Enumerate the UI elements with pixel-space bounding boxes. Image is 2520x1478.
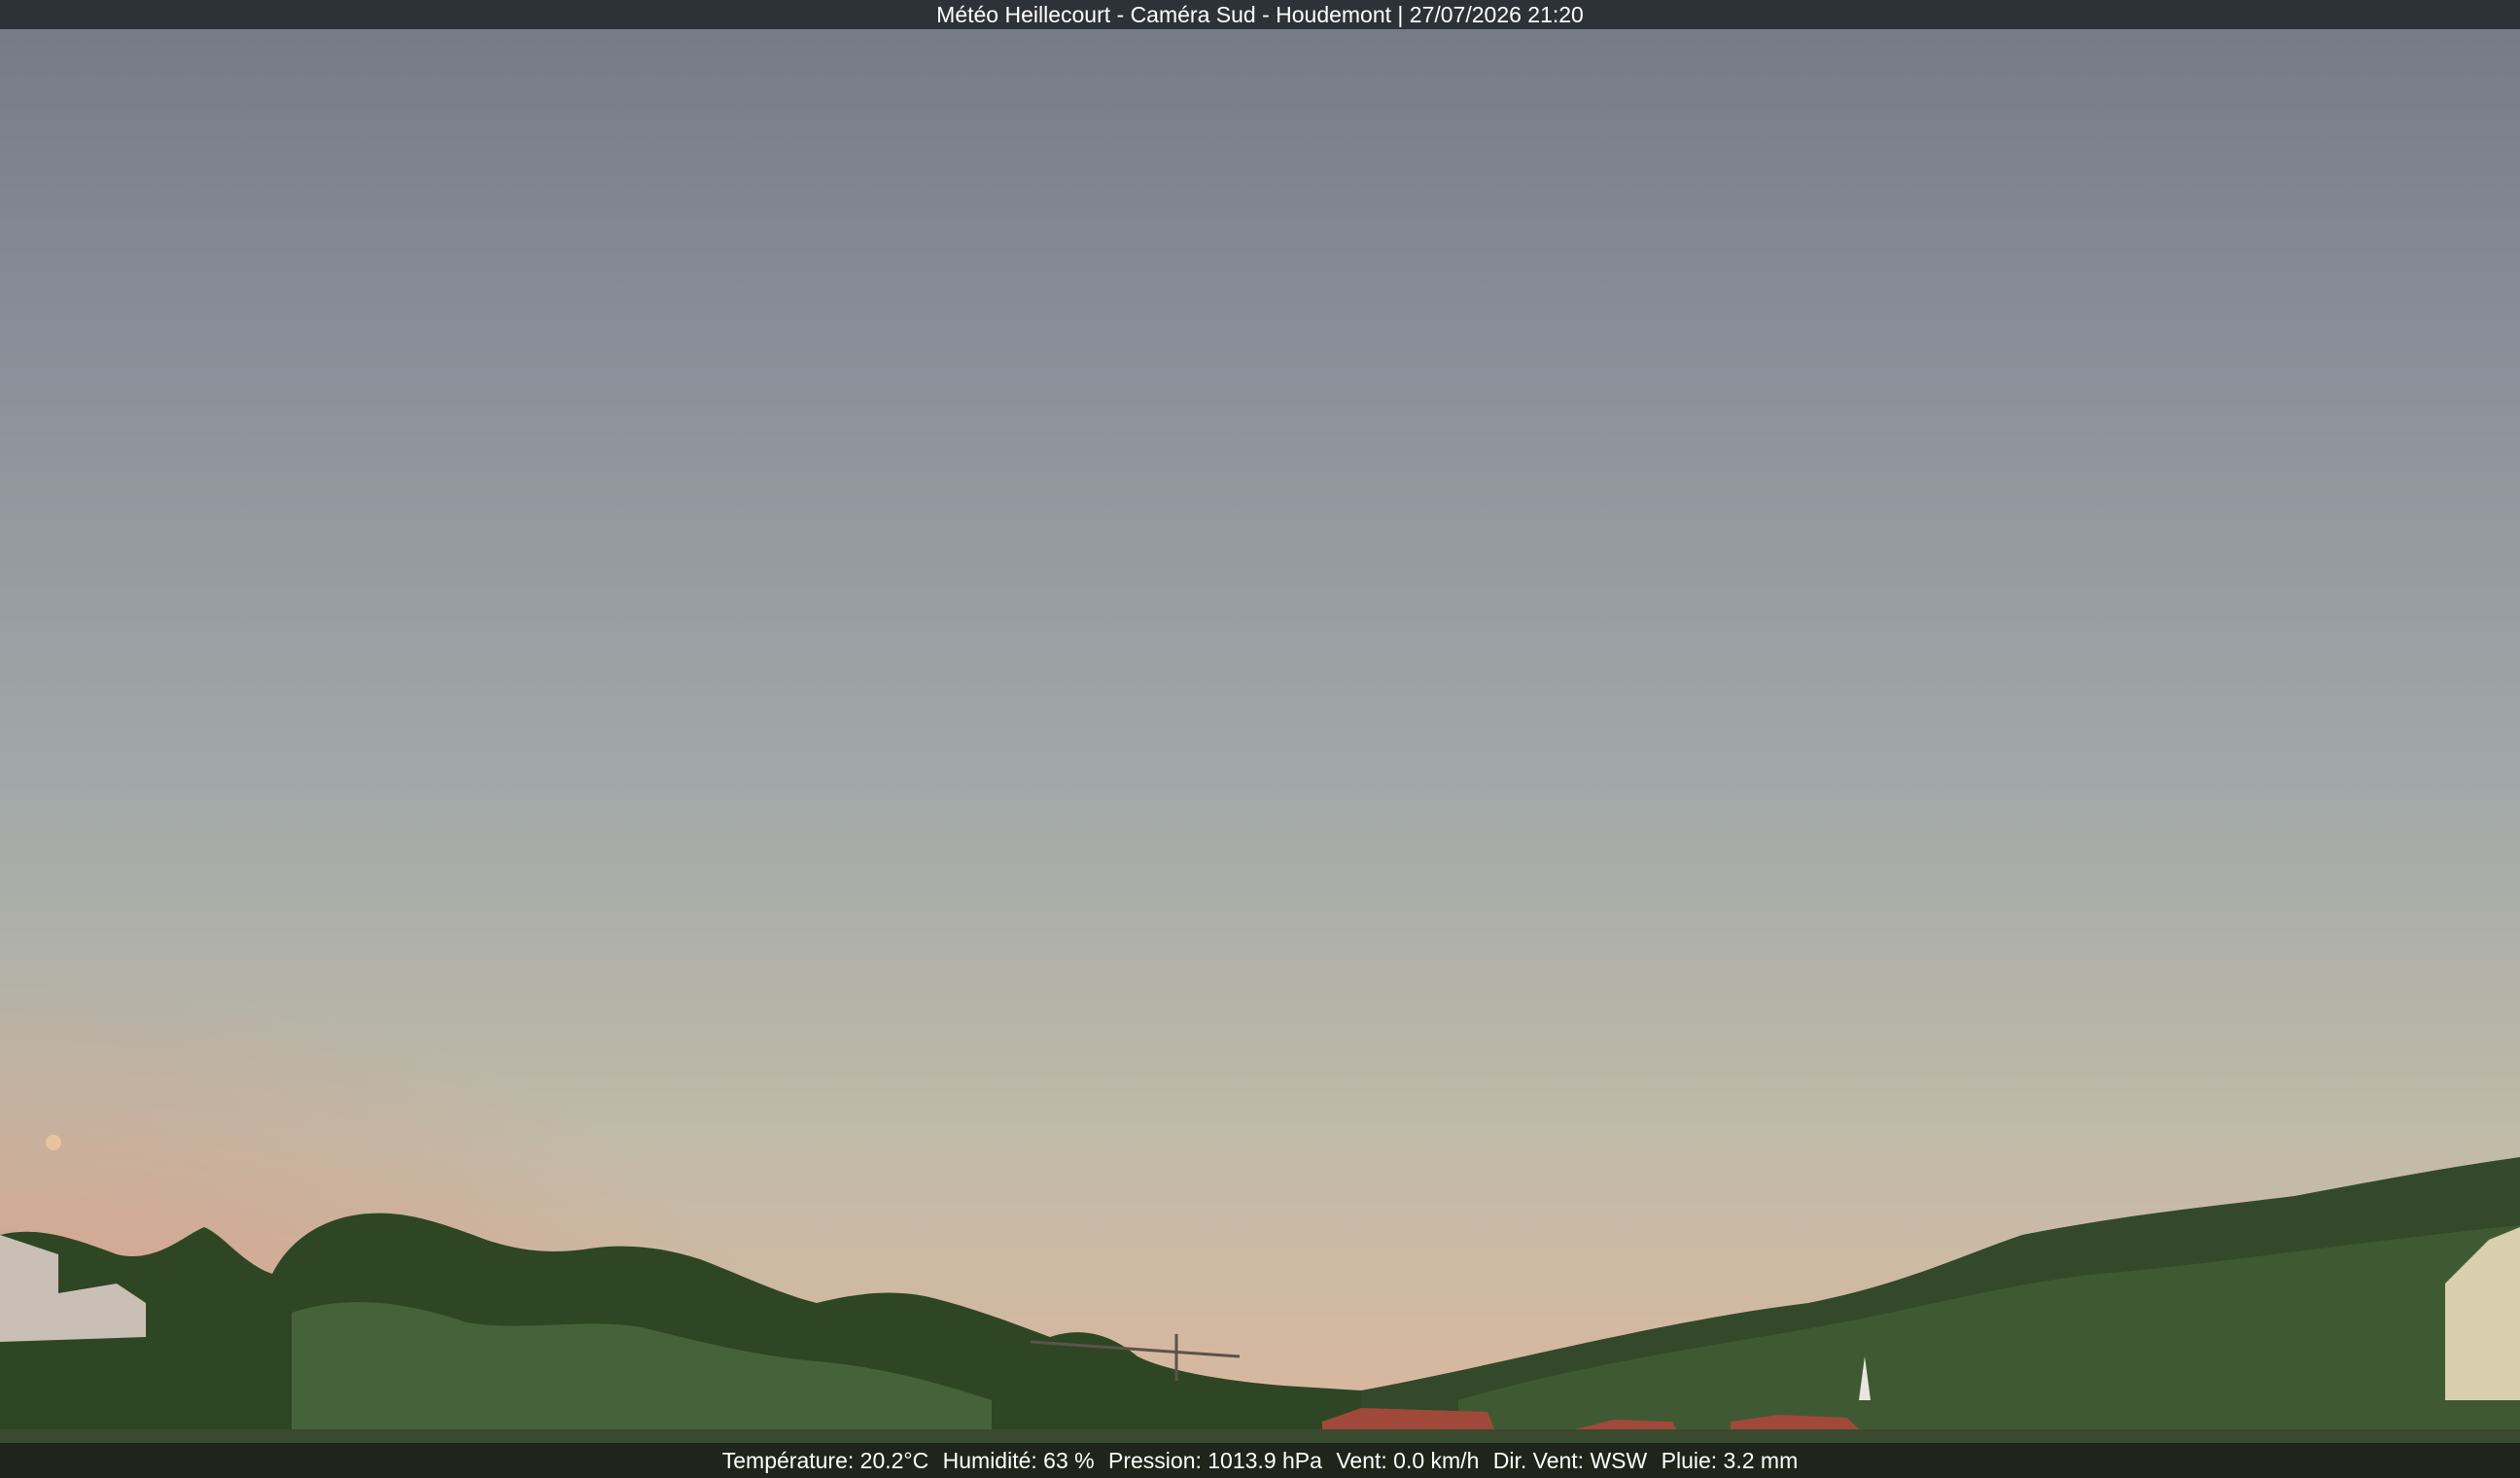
camera-caption: Météo Heillecourt - Caméra Sud - Houdemo… xyxy=(936,2,1584,27)
rain-readout: Pluie: 3.2 mm xyxy=(1661,1448,1799,1473)
humidity-readout: Humidité: 63 % xyxy=(942,1448,1095,1473)
temperature-readout: Température: 20.2°C xyxy=(721,1448,929,1473)
webcam-scene xyxy=(0,0,2520,1478)
wind-direction-readout: Dir. Vent: WSW xyxy=(1492,1448,1648,1473)
wind-speed-readout: Vent: 0.0 km/h xyxy=(1336,1448,1480,1473)
moon xyxy=(46,1135,61,1150)
weather-info-bar: Température: 20.2°C Humidité: 63 % Press… xyxy=(0,1443,2520,1478)
pressure-readout: Pression: 1013.9 hPa xyxy=(1108,1448,1322,1473)
top-caption-bar: Météo Heillecourt - Caméra Sud - Houdemo… xyxy=(0,0,2520,29)
